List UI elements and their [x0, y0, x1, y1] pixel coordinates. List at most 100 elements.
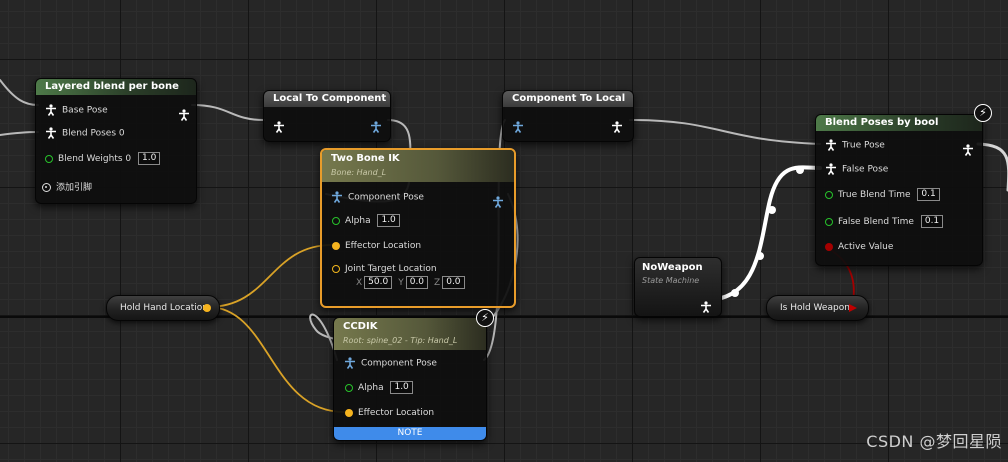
component-pose-output-icon[interactable] — [370, 116, 382, 135]
node-subtitle: Root: spine_02 - Tip: Hand_L — [343, 336, 458, 345]
false-pose-pin[interactable]: False Pose — [825, 162, 888, 176]
vector-pin-icon — [345, 408, 353, 417]
wire-layered-to-l2c — [191, 104, 265, 121]
node-header: CCDIK Root: spine_02 - Tip: Hand_L — [334, 318, 486, 350]
output-pose-icon[interactable] — [178, 104, 190, 123]
output-pose-icon[interactable] — [962, 139, 974, 158]
component-to-local-node[interactable]: Component To Local — [502, 90, 634, 142]
float-pin-icon — [45, 154, 53, 163]
blend-poses-by-bool-node[interactable]: Blend Poses by bool True Pose False Pose… — [815, 114, 983, 266]
wire-pose-in-bottom — [0, 131, 39, 136]
node-header: Two Bone IK Bone: Hand_L — [322, 150, 514, 182]
base-pose-pin[interactable]: Base Pose — [45, 103, 108, 117]
float-pin-icon — [332, 216, 340, 225]
ccdik-node[interactable]: CCDIK Root: spine_02 - Tip: Hand_L Compo… — [333, 317, 487, 441]
node-subtitle: State Machine — [642, 276, 700, 285]
base-pose-label: Base Pose — [62, 105, 108, 116]
pose-icon — [825, 162, 837, 176]
true-pose-pin[interactable]: True Pose — [825, 138, 885, 152]
wire-flow-bubbles — [731, 166, 804, 297]
alpha-field[interactable]: 1.0 — [377, 214, 400, 227]
x-field[interactable]: 50.0 — [364, 276, 393, 289]
blend-poses-label: Blend Poses 0 — [62, 128, 125, 139]
false-blend-time-label: False Blend Time — [838, 217, 914, 227]
alpha-pin[interactable]: Alpha 1.0 — [332, 214, 400, 228]
effector-location-pin[interactable]: Effector Location — [345, 406, 434, 420]
wire-hold-to-effector-ccdik — [207, 306, 345, 413]
active-value-pin[interactable]: Active Value — [825, 240, 893, 254]
node-title: CCDIK — [343, 321, 378, 332]
z-axis-label: Z — [434, 278, 441, 288]
alpha-field[interactable]: 1.0 — [390, 381, 413, 394]
blend-weights-field[interactable]: 1.0 — [138, 152, 161, 165]
y-field[interactable]: 0.0 — [405, 276, 429, 289]
node-title: NoWeapon — [642, 262, 703, 273]
bool-output-pin-icon[interactable] — [849, 304, 857, 312]
node-title: Component To Local — [503, 91, 633, 107]
wire-pose-in-top — [0, 79, 39, 106]
component-pose-input-icon[interactable] — [512, 116, 524, 135]
two-bone-ik-node[interactable]: Two Bone IK Bone: Hand_L Component Pose … — [320, 148, 516, 308]
blend-weights-label: Blend Weights 0 — [58, 154, 132, 164]
wire-hold-to-effector-twobone — [207, 244, 333, 308]
note-bar[interactable]: NOTE — [334, 427, 486, 440]
true-pose-label: True Pose — [842, 140, 885, 151]
component-pose-icon — [331, 190, 343, 204]
node-subtitle: Bone: Hand_L — [331, 168, 387, 177]
true-blend-time-pin[interactable]: True Blend Time 0.1 — [825, 188, 940, 202]
true-blend-time-field[interactable]: 0.1 — [917, 188, 940, 201]
blend-poses-pin[interactable]: Blend Poses 0 — [45, 126, 125, 140]
float-pin-icon — [345, 383, 353, 392]
alpha-label: Alpha — [358, 383, 384, 393]
true-blend-time-label: True Blend Time — [838, 190, 911, 200]
component-pose-label: Component Pose — [348, 192, 424, 203]
pose-icon — [45, 126, 57, 140]
layered-blend-per-bone-node[interactable]: Layered blend per bone Base Pose Blend P… — [35, 78, 197, 204]
pose-icon — [825, 138, 837, 152]
local-pose-input-icon[interactable] — [273, 116, 285, 135]
fast-path-lightning-icon: ⚡ — [974, 104, 992, 122]
component-pose-output-icon[interactable] — [492, 191, 504, 210]
false-pose-label: False Pose — [842, 164, 889, 175]
alpha-label: Alpha — [345, 216, 371, 226]
z-field[interactable]: 0.0 — [442, 276, 465, 289]
joint-target-location-pin[interactable]: Joint Target Location — [332, 262, 437, 276]
local-pose-output-icon[interactable] — [611, 116, 623, 135]
add-pin-button[interactable]: 添加引脚 — [42, 181, 92, 195]
node-title: Two Bone IK — [331, 153, 400, 164]
wire-noweapon-to-falsepose — [704, 165, 822, 302]
joint-target-xyz: X 50.0 Y 0.0 Z 0.0 — [350, 276, 465, 290]
component-pose-label: Component Pose — [361, 358, 437, 369]
add-pin-icon — [42, 183, 51, 192]
effector-location-pin[interactable]: Effector Location — [332, 239, 421, 253]
x-axis-label: X — [356, 278, 363, 288]
output-pose-icon[interactable] — [700, 296, 712, 315]
vector-pin-icon — [332, 264, 340, 273]
is-hold-weapon-variable[interactable]: Is Hold Weapon — [766, 295, 869, 321]
y-axis-label: Y — [398, 278, 404, 288]
effector-location-label: Effector Location — [345, 241, 422, 251]
variable-label: Is Hold Weapon — [780, 303, 850, 313]
vector-pin-icon — [332, 241, 340, 250]
alpha-pin[interactable]: Alpha 1.0 — [345, 381, 413, 395]
component-pose-pin[interactable]: Component Pose — [344, 356, 437, 370]
false-blend-time-field[interactable]: 0.1 — [920, 215, 944, 228]
node-title: Layered blend per bone — [36, 79, 196, 95]
component-pose-icon — [344, 356, 356, 370]
variable-label: Hold Hand Location — [120, 303, 208, 313]
watermark: CSDN @梦回星陨 — [866, 432, 1002, 451]
active-value-label: Active Value — [838, 242, 894, 252]
node-title: Local To Component — [264, 91, 390, 107]
component-pose-pin[interactable]: Component Pose — [331, 190, 424, 204]
float-pin-icon — [825, 190, 833, 199]
wire-c2l-to-blendbool — [629, 119, 821, 145]
local-to-component-node[interactable]: Local To Component — [263, 90, 391, 142]
vector-output-pin-icon[interactable] — [203, 304, 211, 312]
hold-hand-location-variable[interactable]: Hold Hand Location — [106, 295, 220, 321]
fast-path-lightning-icon: ⚡ — [476, 309, 494, 327]
false-blend-time-pin[interactable]: False Blend Time 0.1 — [825, 215, 944, 229]
pose-icon — [45, 103, 57, 117]
blend-weights-pin[interactable]: Blend Weights 0 1.0 — [45, 152, 161, 166]
no-weapon-state-machine-node[interactable]: NoWeapon State Machine — [634, 257, 722, 317]
add-pin-label: 添加引脚 — [56, 183, 93, 193]
